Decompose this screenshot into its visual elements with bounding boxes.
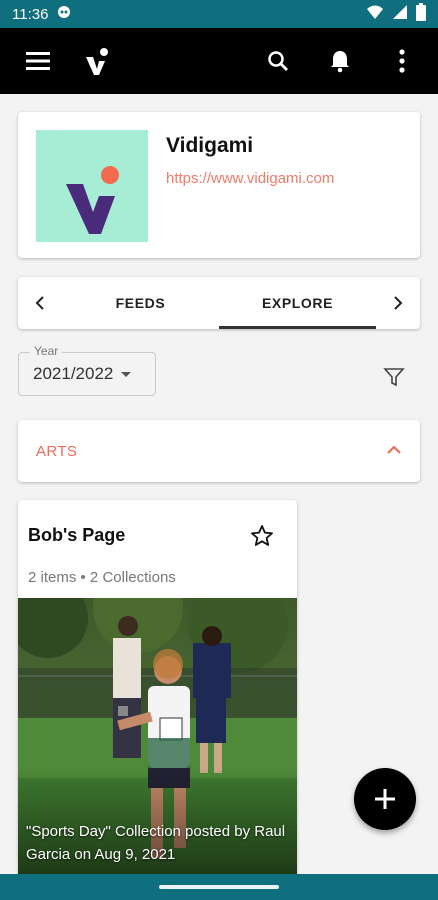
search-icon[interactable] [258,41,298,81]
tab-scroll-right-icon[interactable] [376,277,420,329]
category-header-arts[interactable]: ARTS [18,420,420,482]
photo-caption: "Sports Day" Collection posted by Raul G… [26,823,286,863]
tab-feeds[interactable]: FEEDS [62,277,219,329]
battery-icon [416,3,426,25]
page-meta: 2 items • 2 Collections [28,569,176,586]
tab-explore[interactable]: EXPLORE [219,277,376,329]
profile-logo [36,130,148,242]
status-bar: 11:36 [0,0,438,28]
tab-bar: FEEDS EXPLORE [18,277,420,329]
wifi-icon [366,4,384,24]
caret-down-icon [121,371,132,377]
collection-photo[interactable]: "Sports Day" Collection posted by Raul G… [18,598,297,880]
vidigami-logo[interactable] [82,41,112,81]
home-handle[interactable] [159,885,279,889]
menu-icon[interactable] [18,41,58,81]
tab-scroll-left-icon[interactable] [18,277,62,329]
signal-icon [392,4,408,24]
add-button[interactable] [354,768,416,830]
page-card[interactable]: Bob's Page 2 items • 2 Collections "Spor… [18,500,297,880]
notification-icon [56,4,72,24]
profile-name: Vidigami [166,134,254,157]
system-nav-bar [0,874,438,900]
year-label: Year [30,344,63,358]
more-vert-icon[interactable] [382,41,422,81]
bell-icon[interactable] [320,41,360,81]
profile-card: Vidigami https://www.vidigami.com [18,112,420,258]
status-time: 11:36 [12,5,49,23]
category-label: ARTS [36,442,78,460]
profile-url-link[interactable]: https://www.vidigami.com [166,170,334,187]
year-select[interactable]: 2021/2022 [18,352,156,396]
filter-icon[interactable] [380,363,408,391]
year-value: 2021/2022 [33,364,114,383]
chevron-up-icon[interactable] [386,442,402,460]
plus-icon [375,789,395,809]
app-bar [0,28,438,94]
star-icon[interactable] [248,522,276,550]
page-title: Bob's Page [28,525,126,545]
